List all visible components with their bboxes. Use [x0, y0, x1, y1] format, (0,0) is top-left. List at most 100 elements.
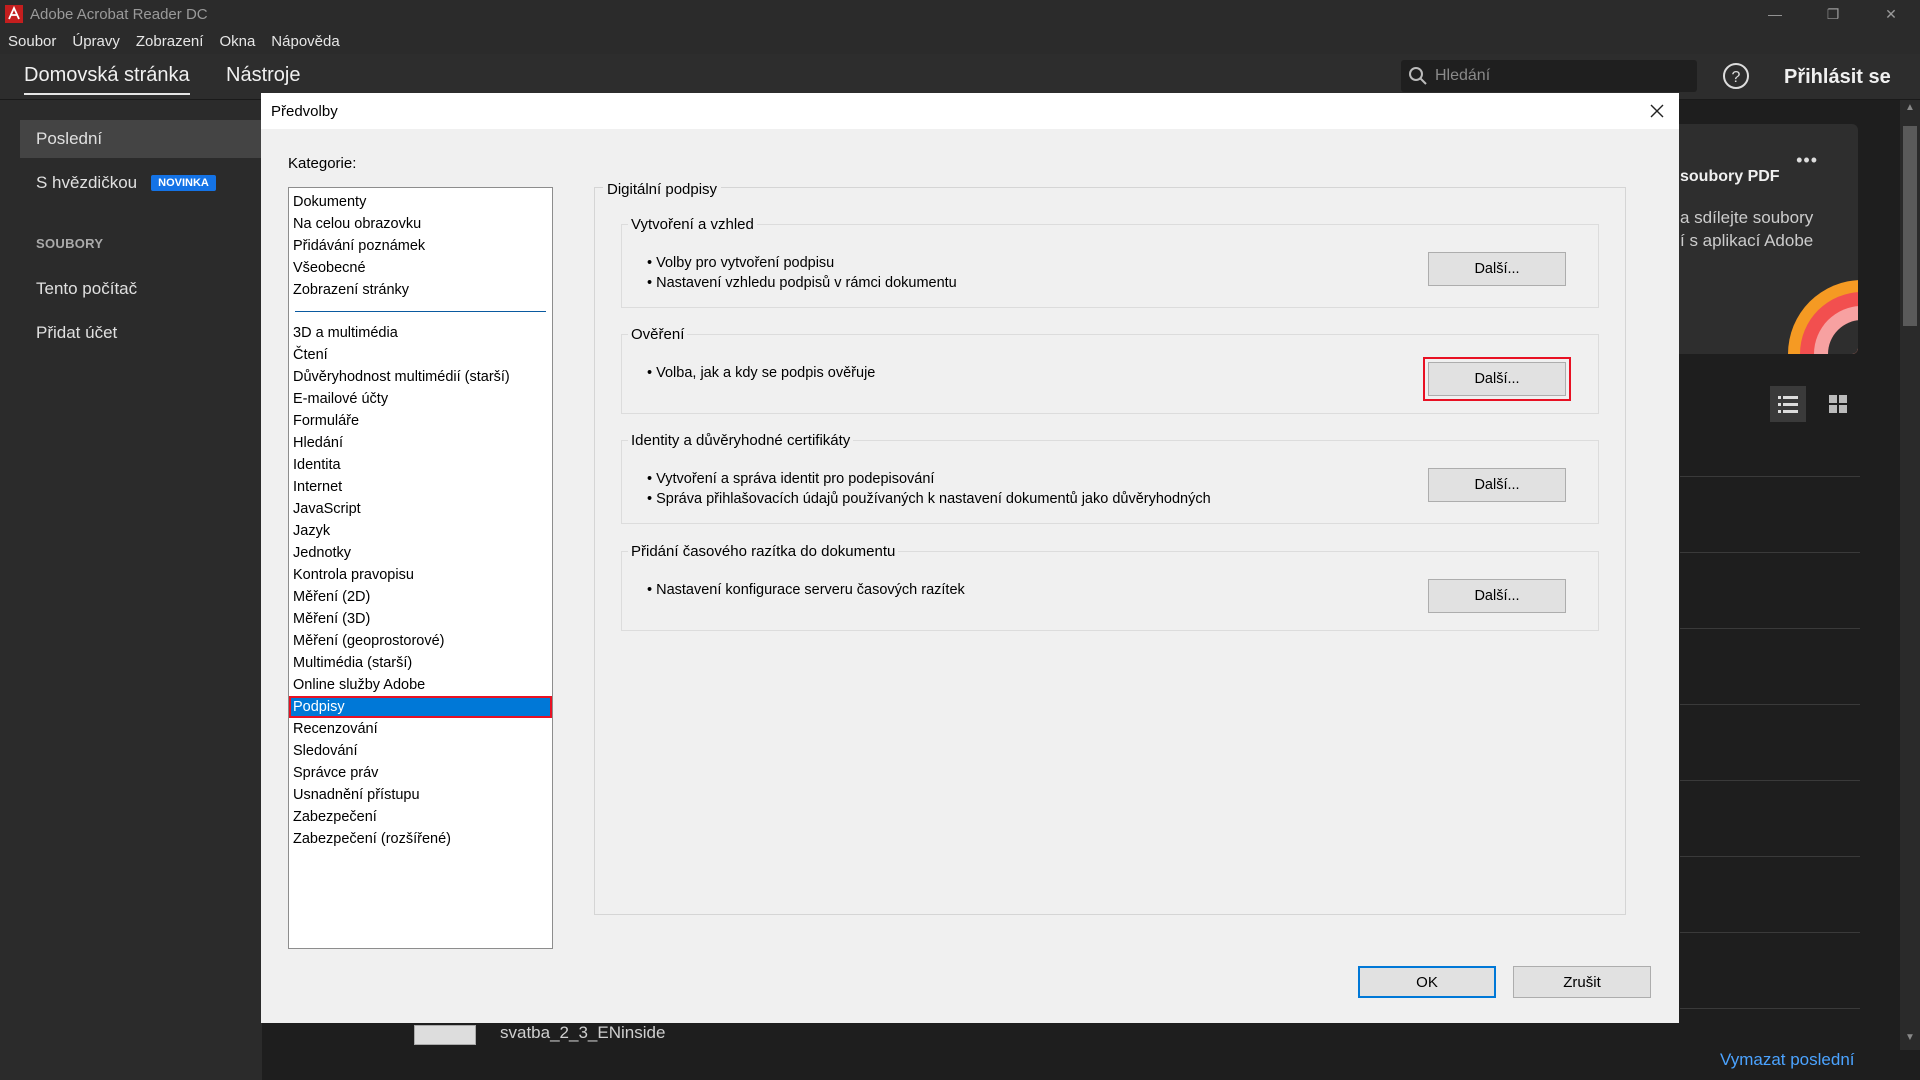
- group-bullets: Nastavení konfigurace serveru časových r…: [647, 580, 965, 600]
- list-view-icon[interactable]: [1770, 386, 1806, 427]
- category-item[interactable]: Měření (2D): [289, 586, 552, 608]
- category-item[interactable]: Sledování: [289, 740, 552, 762]
- bullet-item: Nastavení konfigurace serveru časových r…: [647, 580, 965, 600]
- category-item[interactable]: Dokumenty: [289, 191, 552, 213]
- scroll-down-icon[interactable]: ▼: [1903, 1032, 1917, 1043]
- group-bullets: Vytvoření a správa identit pro podepisov…: [647, 469, 1211, 509]
- category-list[interactable]: Dokumenty Na celou obrazovku Přidávání p…: [288, 187, 553, 949]
- sidebar-item-this-computer[interactable]: Tento počítač: [20, 270, 262, 308]
- bullet-item: Nastavení vzhledu podpisů v rámci dokume…: [647, 273, 957, 293]
- more-options-icon[interactable]: •••: [1796, 150, 1818, 171]
- sidebar-item-starred[interactable]: S hvězdičkou NOVINKA: [20, 164, 262, 202]
- category-item[interactable]: Čtení: [289, 344, 552, 366]
- more-button-verification[interactable]: Další...: [1423, 357, 1571, 401]
- dialog-title: Předvolby: [271, 103, 338, 120]
- category-item[interactable]: Usnadnění přístupu: [289, 784, 552, 806]
- category-item[interactable]: Přidávání poznámek: [289, 235, 552, 257]
- promo-text: a sdílejte soubory í s aplikací Adobe: [1680, 206, 1813, 252]
- sidebar-item-label: Poslední: [36, 129, 103, 148]
- promo-line: í s aplikací Adobe: [1680, 231, 1814, 250]
- promo-graphic-icon: [1788, 280, 1858, 354]
- category-item[interactable]: Hledání: [289, 432, 552, 454]
- search-input[interactable]: [1435, 67, 1685, 85]
- file-thumbnail[interactable]: [414, 1025, 476, 1045]
- help-icon[interactable]: ?: [1722, 62, 1750, 90]
- category-item[interactable]: Formuláře: [289, 410, 552, 432]
- group-title: Vytvoření a vzhled: [628, 216, 757, 233]
- group-creation-appearance: Vytvoření a vzhled Volby pro vytvoření p…: [621, 216, 1599, 308]
- category-item[interactable]: 3D a multimédia: [289, 322, 552, 344]
- sidebar-item-label: Tento počítač: [36, 279, 138, 298]
- sidebar-item-add-account[interactable]: Přidat účet: [20, 314, 262, 352]
- sidebar-item-recent[interactable]: Poslední: [20, 120, 262, 158]
- category-item[interactable]: Identita: [289, 454, 552, 476]
- category-item[interactable]: Na celou obrazovku: [289, 213, 552, 235]
- close-icon[interactable]: [1647, 101, 1667, 121]
- menu-view[interactable]: Zobrazení: [128, 33, 212, 50]
- promo-title: soubory PDF: [1680, 168, 1780, 185]
- tab-home[interactable]: Domovská stránka: [24, 64, 190, 95]
- sign-in-button[interactable]: Přihlásit se: [1784, 66, 1891, 89]
- category-item[interactable]: Jednotky: [289, 542, 552, 564]
- group-timestamp: Přidání časového razítka do dokumentu Na…: [621, 543, 1599, 631]
- dialog-header: Předvolby: [261, 93, 1679, 129]
- bullet-item: Volba, jak a kdy se podpis ověřuje: [647, 363, 875, 383]
- menu-window[interactable]: Okna: [211, 33, 263, 50]
- more-button-timestamp[interactable]: Další...: [1428, 579, 1566, 613]
- category-item[interactable]: Všeobecné: [289, 257, 552, 279]
- divider: [1680, 780, 1860, 781]
- minimize-icon[interactable]: —: [1746, 0, 1804, 28]
- grid-view-icon[interactable]: [1820, 386, 1856, 427]
- window-title: Adobe Acrobat Reader DC: [30, 5, 208, 23]
- menu-edit[interactable]: Úpravy: [64, 33, 128, 50]
- scroll-up-icon[interactable]: ▲: [1903, 102, 1917, 113]
- divider: [1680, 932, 1860, 933]
- promo-card: ••• soubory PDF a sdílejte soubory í s a…: [1672, 124, 1858, 354]
- bullet-item: Vytvoření a správa identit pro podepisov…: [647, 469, 1211, 489]
- svg-text:?: ?: [1732, 69, 1741, 86]
- promo-line: a sdílejte soubory: [1680, 208, 1814, 227]
- new-badge: NOVINKA: [151, 175, 216, 191]
- menu-file[interactable]: Soubor: [0, 33, 64, 50]
- divider: [1680, 704, 1860, 705]
- clear-recent-link[interactable]: Vymazat poslední: [1720, 1050, 1855, 1070]
- left-sidebar: Poslední S hvězdičkou NOVINKA SOUBORY Te…: [0, 100, 262, 1080]
- sidebar-item-label: S hvězdičkou: [36, 173, 138, 192]
- settings-panel: Digitální podpisy Vytvoření a vzhled Vol…: [594, 181, 1626, 915]
- search-box: [1401, 60, 1697, 92]
- menu-help[interactable]: Nápověda: [263, 33, 347, 50]
- group-title: Přidání časového razítka do dokumentu: [628, 543, 899, 560]
- category-item[interactable]: JavaScript: [289, 498, 552, 520]
- category-item[interactable]: Správce práv: [289, 762, 552, 784]
- bullet-item: Správa přihlašovacích údajů používaných …: [647, 489, 1211, 509]
- category-item[interactable]: Důvěryhodnost multimédií (starší): [289, 366, 552, 388]
- category-item[interactable]: Měření (3D): [289, 608, 552, 630]
- category-item[interactable]: Internet: [289, 476, 552, 498]
- category-item[interactable]: Zobrazení stránky: [289, 279, 552, 301]
- category-item[interactable]: E-mailové účty: [289, 388, 552, 410]
- more-button-identities[interactable]: Další...: [1428, 468, 1566, 502]
- category-item[interactable]: Zabezpečení (rozšířené): [289, 828, 552, 850]
- divider: [1680, 476, 1860, 477]
- divider: [1680, 628, 1860, 629]
- cancel-button[interactable]: Zrušit: [1513, 966, 1651, 998]
- category-item[interactable]: Recenzování: [289, 718, 552, 740]
- category-item[interactable]: Měření (geoprostorové): [289, 630, 552, 652]
- restore-icon[interactable]: ❐: [1804, 0, 1862, 28]
- close-window-icon[interactable]: ✕: [1862, 0, 1920, 28]
- category-item[interactable]: Multimédia (starší): [289, 652, 552, 674]
- file-name[interactable]: svatba_2_3_ENinside: [500, 1023, 665, 1043]
- category-item[interactable]: Zabezpečení: [289, 806, 552, 828]
- ok-button[interactable]: OK: [1358, 966, 1496, 998]
- category-item[interactable]: Online služby Adobe: [289, 674, 552, 696]
- category-item-selected[interactable]: Podpisy: [289, 696, 552, 718]
- scrollbar[interactable]: ▲ ▼: [1900, 100, 1920, 1050]
- bullet-item: Volby pro vytvoření podpisu: [647, 253, 957, 273]
- more-button-creation[interactable]: Další...: [1428, 252, 1566, 286]
- title-bar: Adobe Acrobat Reader DC — ❐ ✕: [0, 0, 1920, 28]
- category-item[interactable]: Kontrola pravopisu: [289, 564, 552, 586]
- scroll-thumb[interactable]: [1903, 126, 1917, 326]
- category-item[interactable]: Jazyk: [289, 520, 552, 542]
- group-title: Ověření: [628, 326, 688, 343]
- tab-tools[interactable]: Nástroje: [226, 64, 300, 87]
